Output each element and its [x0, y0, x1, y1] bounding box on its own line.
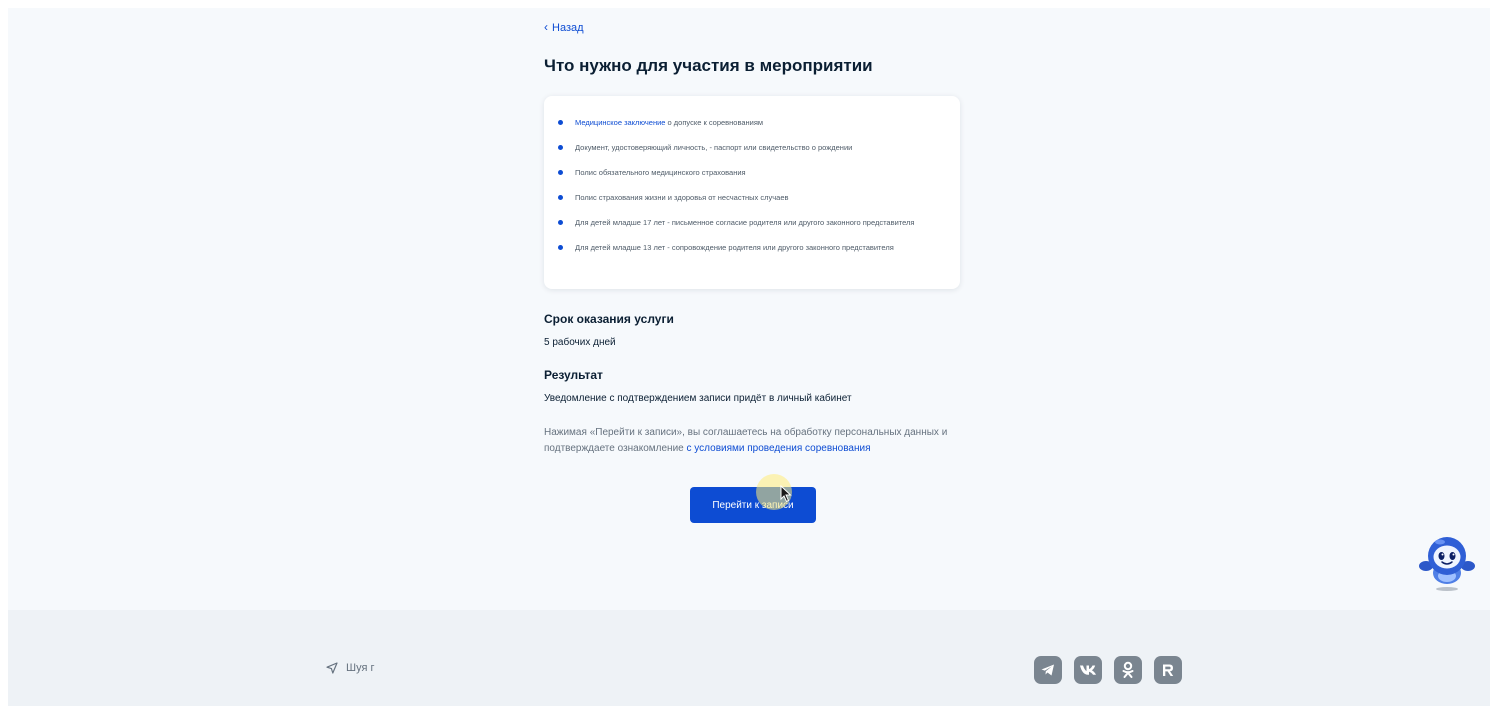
rutube-link[interactable]: [1154, 656, 1182, 684]
bullet-icon: [558, 245, 563, 250]
requirement-text: Полис страхования жизни и здоровья от не…: [575, 193, 789, 202]
social-links: [1034, 656, 1182, 684]
requirement-item: Полис обязательного медицинского страхов…: [558, 164, 948, 181]
vk-link[interactable]: [1074, 656, 1102, 684]
requirement-text: Полис обязательного медицинского страхов…: [575, 168, 746, 177]
requirements-card: Медицинское заключение о допуске к сорев…: [544, 96, 960, 289]
requirement-text: Документ, удостоверяющий личность, - пас…: [575, 143, 853, 152]
requirement-text: Медицинское заключение о допуске к сорев…: [575, 118, 764, 127]
chevron-left-icon: ‹: [544, 20, 548, 34]
competition-terms-link[interactable]: с условиями проведения соревнования: [687, 443, 871, 454]
requirement-item: Медицинское заключение о допуске к сорев…: [558, 114, 948, 131]
requirements-list: Медицинское заключение о допуске к сорев…: [558, 114, 948, 264]
location-label: Шуя г: [346, 662, 375, 674]
result-title: Результат: [544, 368, 603, 382]
consent-text: Нажимая «Перейти к записи», вы соглашает…: [544, 427, 948, 454]
telegram-icon: [1041, 664, 1054, 676]
go-to-registration-button[interactable]: Перейти к записи: [690, 487, 816, 523]
back-link-label: Назад: [552, 22, 584, 34]
result-value: Уведомление с подтверждением записи прид…: [544, 393, 852, 404]
medical-certificate-link[interactable]: Медицинское заключение: [575, 118, 665, 127]
footer: Шуя г: [8, 610, 1490, 706]
requirement-item: Для детей младше 17 лет - письменное сог…: [558, 214, 948, 231]
requirement-item: Документ, удостоверяющий личность, - пас…: [558, 139, 948, 156]
term-title: Срок оказания услуги: [544, 312, 674, 326]
back-link[interactable]: ‹ Назад: [544, 20, 584, 34]
robot-assistant-icon[interactable]: [1418, 532, 1476, 592]
odnoklassniki-link[interactable]: [1114, 656, 1142, 684]
requirement-text: Для детей младше 17 лет - письменное сог…: [575, 218, 915, 227]
rutube-icon: [1163, 664, 1174, 676]
main-content: ‹ Назад Что нужно для участия в мероприя…: [8, 8, 1490, 610]
term-value: 5 рабочих дней: [544, 337, 616, 348]
page: ‹ Назад Что нужно для участия в мероприя…: [8, 8, 1490, 706]
location-selector[interactable]: Шуя г: [326, 662, 374, 674]
requirement-item: Для детей младше 13 лет - сопровождение …: [558, 239, 948, 256]
bullet-icon: [558, 220, 563, 225]
location-arrow-icon: [326, 662, 338, 674]
bullet-icon: [558, 195, 563, 200]
page-title: Что нужно для участия в мероприятии: [544, 56, 873, 75]
requirement-text: Для детей младше 13 лет - сопровождение …: [575, 243, 894, 252]
ok-icon: [1122, 661, 1134, 678]
telegram-link[interactable]: [1034, 656, 1062, 684]
bullet-icon: [558, 145, 563, 150]
requirement-item: Полис страхования жизни и здоровья от не…: [558, 189, 948, 206]
vk-icon: [1080, 665, 1096, 675]
bullet-icon: [558, 120, 563, 125]
bullet-icon: [558, 170, 563, 175]
